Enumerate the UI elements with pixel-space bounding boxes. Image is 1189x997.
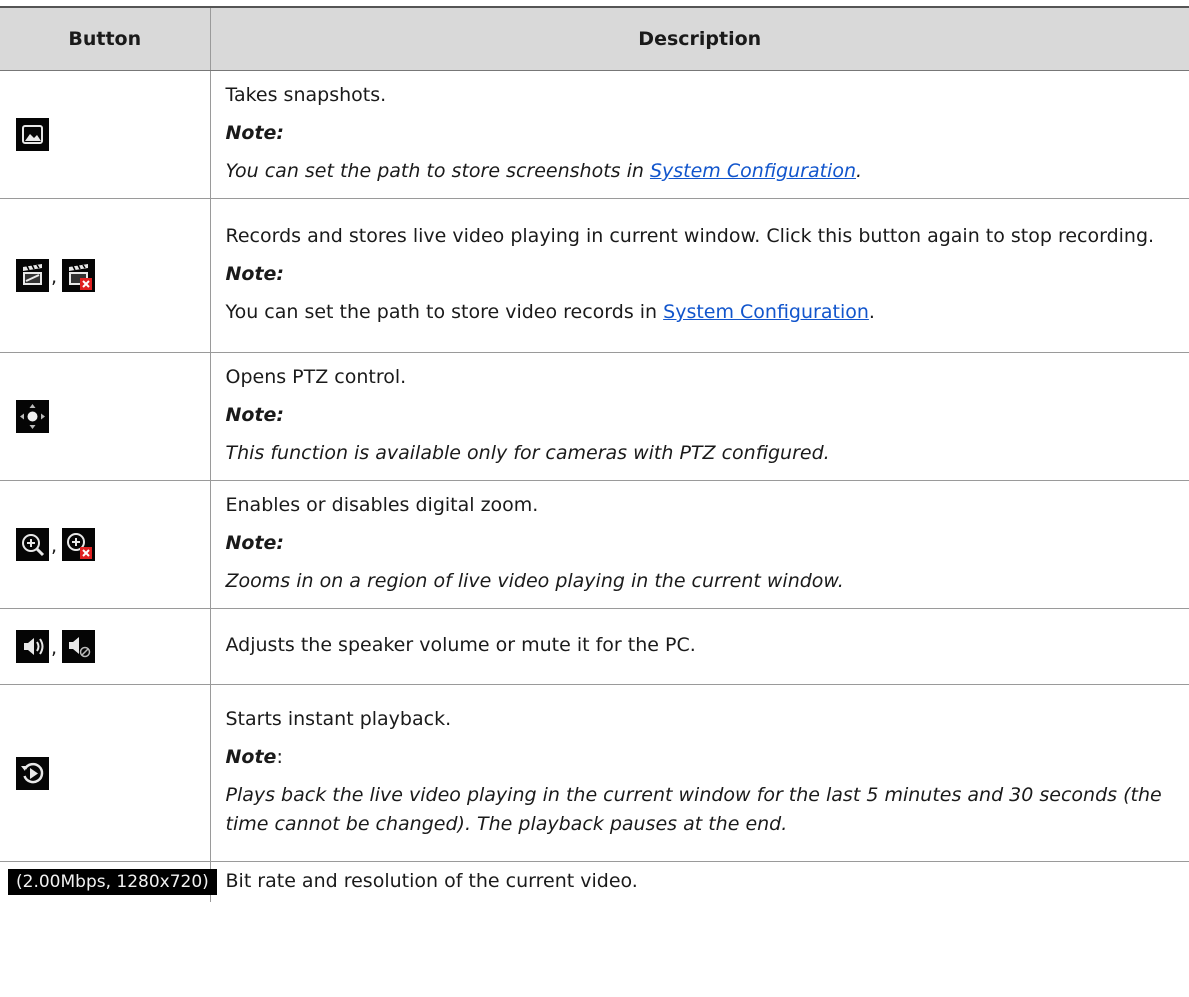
table-row: , Records and stores live video playing … xyxy=(0,198,1189,353)
note-text-post: . xyxy=(868,301,875,323)
ptz-icon[interactable] xyxy=(16,400,49,433)
note-label: Note: xyxy=(226,743,1168,772)
note-text: You can set the path to store screenshot… xyxy=(226,157,1168,186)
note-text-post: . xyxy=(856,160,863,182)
speaker-icon[interactable] xyxy=(16,630,49,663)
mute-icon[interactable] xyxy=(62,630,96,663)
zoom-disable-icon[interactable] xyxy=(62,528,96,561)
description-cell: Enables or disables digital zoom. Note: … xyxy=(210,480,1189,609)
table-row: Opens PTZ control. Note: This function i… xyxy=(0,352,1189,481)
header-button: Button xyxy=(0,6,211,71)
button-cell: , xyxy=(0,198,211,353)
stop-record-icon[interactable] xyxy=(62,259,96,292)
button-cell: (2.00Mbps, 1280x720) xyxy=(0,861,217,902)
note-label-text: Note xyxy=(225,746,277,768)
note-text: Zooms in on a region of live video playi… xyxy=(225,570,844,592)
button-description-table: Button Description Takes snapshots. Note… xyxy=(0,6,1189,902)
description-text: Bit rate and resolution of the current v… xyxy=(225,870,638,893)
note-text: This function is available only for came… xyxy=(225,442,830,464)
button-cell: , xyxy=(0,608,211,685)
table-header-row: Button Description xyxy=(0,6,1189,71)
description-text: Opens PTZ control. xyxy=(225,366,407,388)
description-text: Starts instant playback. xyxy=(225,708,452,730)
instant-playback-icon[interactable] xyxy=(16,756,49,790)
button-cell: , xyxy=(0,480,211,609)
icon-separator: , xyxy=(51,637,58,659)
description-text: Adjusts the speaker volume or mute it fo… xyxy=(225,634,696,656)
button-cell xyxy=(0,352,211,481)
table-row: , Adjusts the speaker volume or mute it … xyxy=(0,608,1189,685)
record-icon[interactable] xyxy=(16,259,49,292)
description-text: Takes snapshots. xyxy=(225,84,387,106)
description-cell: Starts instant playback. Note: Plays bac… xyxy=(210,684,1189,862)
header-description: Description xyxy=(210,6,1189,71)
note-text-pre: You can set the path to store screenshot… xyxy=(225,160,650,182)
system-configuration-link[interactable]: System Configuration xyxy=(663,301,869,323)
description-cell: Takes snapshots. Note: You can set the p… xyxy=(210,70,1189,199)
note-text: You can set the path to store video reco… xyxy=(226,298,1168,327)
button-cell xyxy=(0,684,211,862)
table-row: Takes snapshots. Note: You can set the p… xyxy=(0,70,1189,199)
button-cell xyxy=(0,70,211,199)
note-label: Note: xyxy=(225,532,285,554)
note-label: Note: xyxy=(225,404,285,426)
zoom-in-icon[interactable] xyxy=(16,528,49,561)
system-configuration-link[interactable]: System Configuration xyxy=(650,160,856,182)
icon-separator: , xyxy=(51,266,58,288)
note-text-pre: You can set the path to store video reco… xyxy=(225,301,664,323)
description-cell: Bit rate and resolution of the current v… xyxy=(210,862,1189,902)
snapshot-icon[interactable] xyxy=(16,118,49,151)
description-cell: Records and stores live video playing in… xyxy=(210,198,1189,353)
table-row: (2.00Mbps, 1280x720) Bit rate and resolu… xyxy=(0,861,1189,902)
icon-separator: , xyxy=(51,535,58,557)
note-label: Note: xyxy=(225,263,285,285)
description-cell: Adjusts the speaker volume or mute it fo… xyxy=(210,608,1189,685)
table-row: , Enables or disables digital zoom. Note… xyxy=(0,480,1189,609)
description-text: Enables or disables digital zoom. xyxy=(225,494,539,516)
note-text: Plays back the live video playing in the… xyxy=(225,784,1162,835)
description-cell: Opens PTZ control. Note: This function i… xyxy=(210,352,1189,481)
description-text: Records and stores live video playing in… xyxy=(225,225,1155,247)
table-row: Starts instant playback. Note: Plays bac… xyxy=(0,684,1189,862)
note-label: Note: xyxy=(225,122,285,144)
bitrate-resolution-label: (2.00Mbps, 1280x720) xyxy=(8,869,217,896)
note-label-colon: : xyxy=(276,746,283,768)
